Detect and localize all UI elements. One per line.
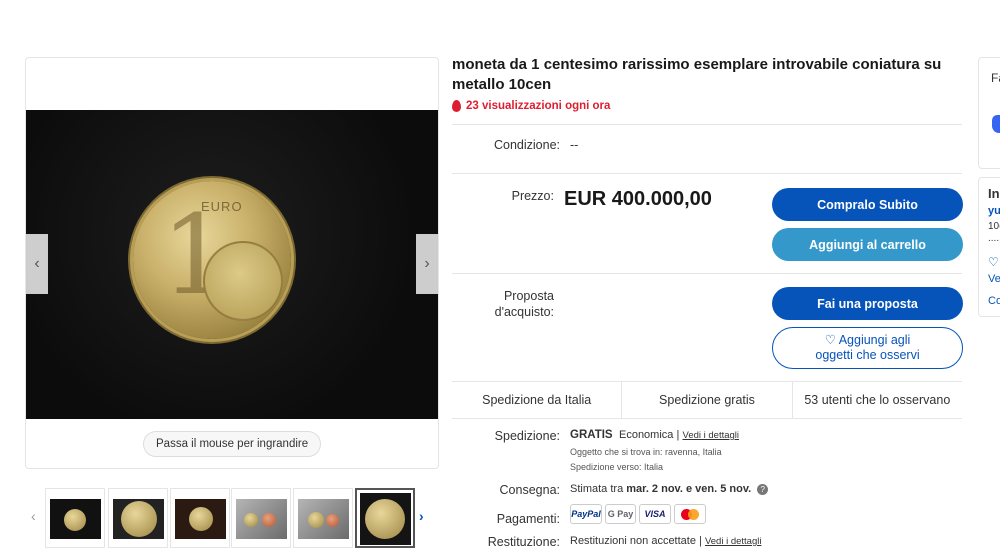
views-badge: 23 visualizzazioni ogni ora <box>452 100 610 112</box>
google-pay-icon: G Pay <box>605 504 636 524</box>
info-icon[interactable]: ? <box>757 484 769 495</box>
paypal-icon: PayPal <box>570 504 602 524</box>
make-offer-button[interactable]: Fai una proposta <box>772 287 963 320</box>
ships-to: Spedizione verso: Italia <box>570 462 664 472</box>
condition-label: Condizione: <box>493 138 560 152</box>
side-panel-seller: In yu 10( .... ♡ Ve Co <box>978 177 1000 317</box>
price-value: EUR 400.000,00 <box>564 188 712 210</box>
flame-icon <box>452 100 461 112</box>
thumbs-next-icon[interactable]: › <box>419 508 424 524</box>
next-image-button[interactable]: › <box>416 234 438 294</box>
thumbnail-3[interactable] <box>170 488 230 548</box>
main-product-photo[interactable]: 1 EURO <box>26 110 438 419</box>
thumbnail-1[interactable] <box>45 488 105 548</box>
add-to-cart-button[interactable]: Aggiungi al carrello <box>772 228 963 261</box>
offer-label: Proposta d'acquisto: <box>494 289 554 319</box>
thumbnail-strip: ‹ › <box>25 486 439 548</box>
image-gallery: 1 EURO ‹ › Passa il mouse per ingrandire <box>25 57 439 469</box>
returns-details-link[interactable]: Vedi i dettagli <box>705 536 762 547</box>
free-shipping: Spedizione gratis <box>622 382 793 418</box>
thumbnail-5[interactable] <box>293 488 353 548</box>
price-label: Prezzo: <box>511 189 554 203</box>
chevron-left-icon: ‹ <box>34 255 40 272</box>
returns-label: Restituzione: <box>487 535 560 548</box>
zoom-hint: Passa il mouse per ingrandire <box>143 431 322 457</box>
prev-image-button[interactable]: ‹ <box>26 234 48 294</box>
heart-icon[interactable]: ♡ <box>988 255 999 269</box>
shipping-free: GRATIS <box>570 429 613 441</box>
thumbnail-2[interactable] <box>108 488 168 548</box>
shipping-label: Spedizione: <box>494 429 560 443</box>
heart-icon: ♡ <box>824 333 836 347</box>
shield-icon <box>992 115 1000 133</box>
chevron-right-icon: › <box>424 255 430 272</box>
shipping-details-link[interactable]: Vedi i dettagli <box>683 430 740 441</box>
thumbs-prev-icon[interactable]: ‹ <box>31 508 36 524</box>
shipping-summary-strip: Spedizione da Italia Spedizione gratis 5… <box>452 381 962 419</box>
returns-value: Restituzioni non accettate | <box>570 535 702 547</box>
item-location: Oggetto che si trova in: ravenna, Italia <box>570 447 722 457</box>
thumbnail-6[interactable] <box>355 488 415 548</box>
payments-label: Pagamenti: <box>496 512 560 526</box>
visa-icon: VISA <box>639 504 671 524</box>
watch-button[interactable]: ♡ Aggiungi agli oggetti che osservi <box>772 327 963 369</box>
delivery-range: mar. 2 nov. e ven. 5 nov. <box>626 483 752 495</box>
delivery-prefix: Stimata tra <box>570 483 624 495</box>
coin-image: 1 EURO <box>133 181 291 339</box>
listing-title: moneta da 1 centesimo rarissimo esemplar… <box>452 56 942 93</box>
mastercard-icon <box>674 504 706 524</box>
views-text: 23 visualizzazioni ogni ora <box>466 100 611 112</box>
watchers-count: 53 utenti che lo osservano <box>804 393 951 407</box>
ships-from: Spedizione da Italia <box>452 382 623 418</box>
buy-now-button[interactable]: Compralo Subito <box>772 188 963 221</box>
thumbnail-4[interactable] <box>231 488 291 548</box>
delivery-label: Consegna: <box>499 483 560 497</box>
shipping-method: Economica | <box>618 429 680 441</box>
side-panel-top: Fa <box>978 57 1000 169</box>
condition-value: -- <box>570 138 579 152</box>
